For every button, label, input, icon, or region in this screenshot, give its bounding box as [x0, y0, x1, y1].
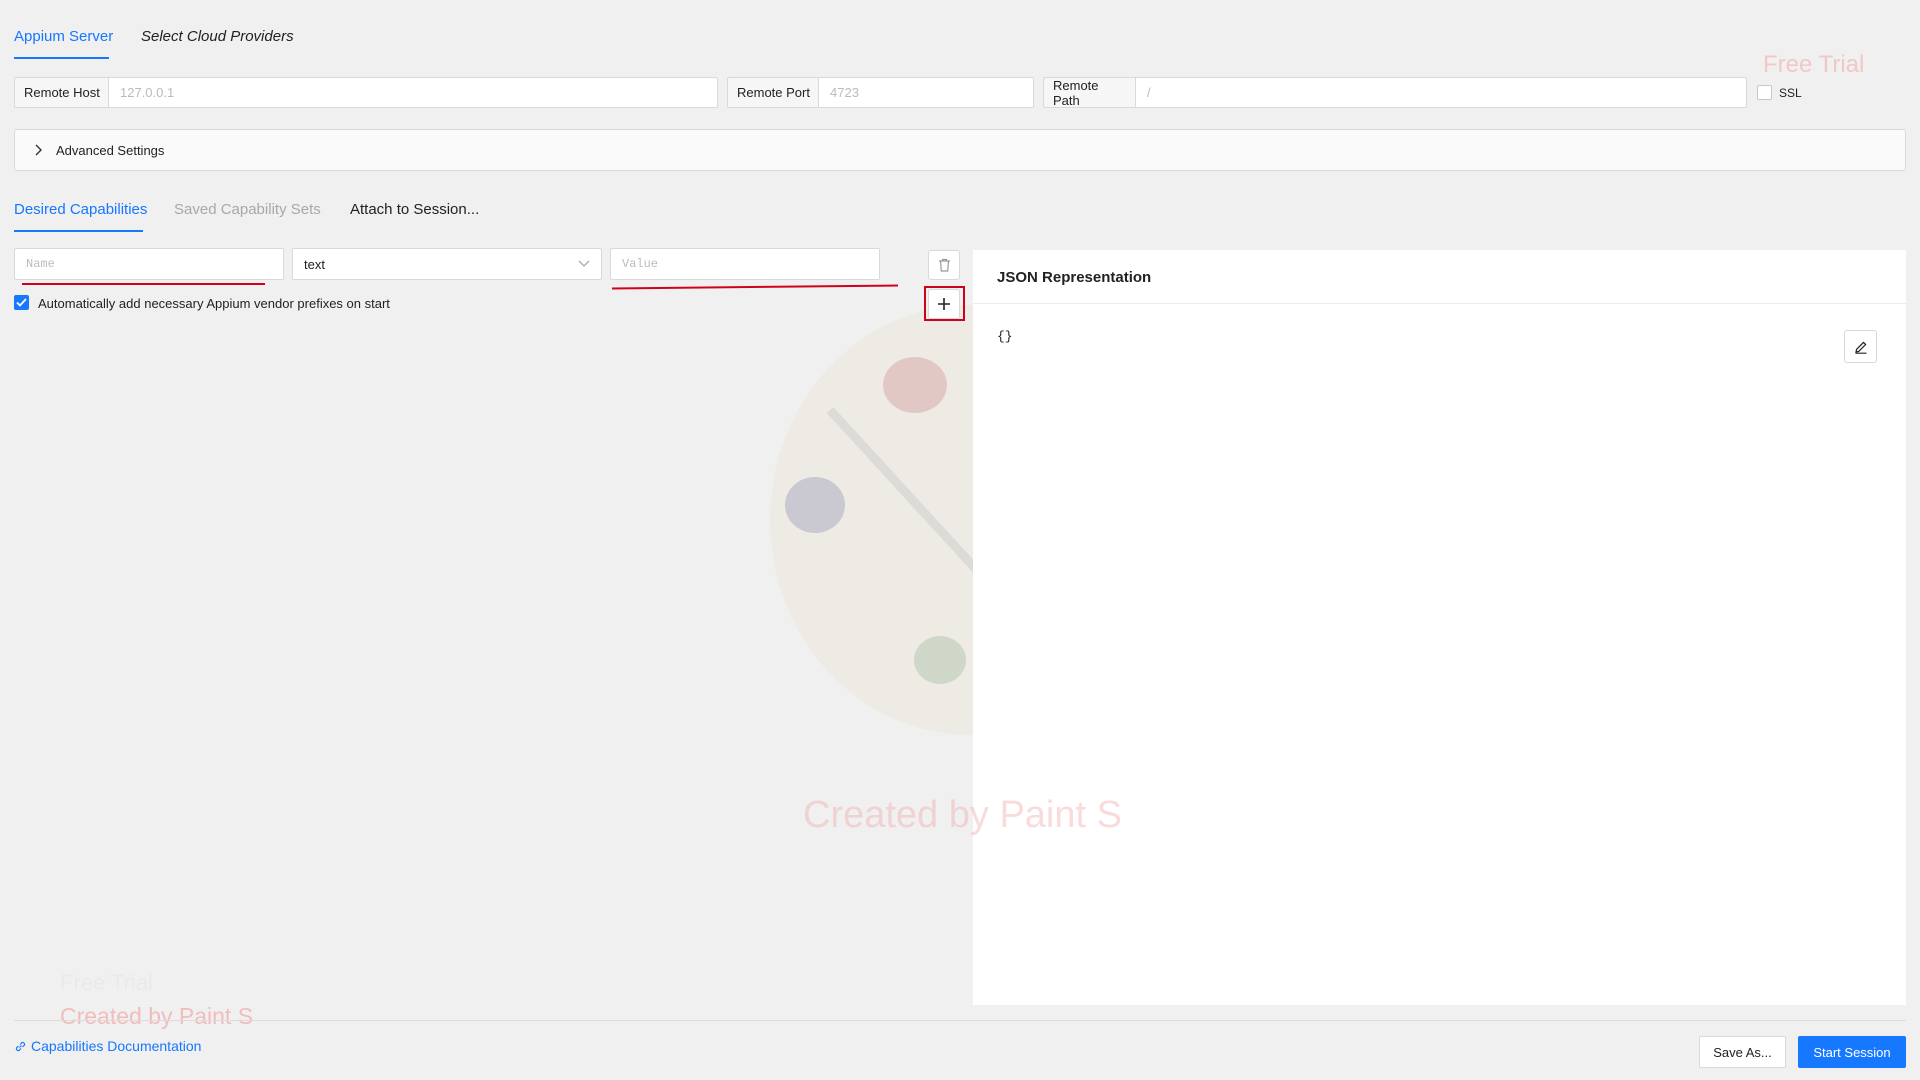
tab-attach-to-session[interactable]: Attach to Session...	[350, 201, 479, 218]
card-divider	[973, 303, 1906, 304]
json-representation-card: JSON Representation {}	[973, 250, 1906, 1005]
trash-icon	[938, 258, 951, 272]
footer-divider	[14, 1020, 1906, 1021]
remote-host-input[interactable]: 127.0.0.1	[108, 77, 718, 108]
remote-host-label: Remote Host	[14, 77, 109, 108]
capability-name-input[interactable]: Name	[14, 248, 284, 280]
ssl-label: SSL	[1779, 86, 1802, 100]
watermark-center: Created by Paint S	[803, 794, 1122, 836]
remote-port-input[interactable]: 4723	[818, 77, 1034, 108]
annotation-underline-value	[611, 284, 899, 290]
chevron-right-icon	[33, 144, 43, 156]
tab-appium-server[interactable]: Appium Server	[14, 28, 113, 45]
advanced-settings-label: Advanced Settings	[56, 142, 165, 158]
capabilities-docs-link[interactable]: Capabilities Documentation	[14, 1038, 201, 1054]
auto-prefix-label: Automatically add necessary Appium vendo…	[38, 296, 390, 311]
remote-port-label: Remote Port	[727, 77, 819, 108]
watermark-free-trial-top: Free Trial	[1763, 51, 1865, 78]
edit-icon	[1854, 340, 1868, 354]
add-capability-button[interactable]	[928, 289, 960, 319]
remote-path-input[interactable]: /	[1135, 77, 1747, 108]
plus-icon	[937, 297, 951, 311]
watermark-created-bottom: Created by Paint S	[60, 1003, 254, 1029]
ssl-checkbox[interactable]	[1757, 85, 1772, 100]
json-representation-title: JSON Representation	[997, 269, 1152, 286]
delete-capability-button[interactable]	[928, 250, 960, 280]
advanced-settings-panel[interactable]: Advanced Settings	[14, 129, 1906, 171]
tab-active-indicator	[14, 57, 109, 59]
edit-json-button[interactable]	[1844, 330, 1877, 363]
annotation-underline-name	[22, 283, 265, 285]
tab-cloud-providers[interactable]: Select Cloud Providers	[141, 28, 294, 45]
cap-tab-active-indicator	[14, 230, 143, 232]
auto-prefix-checkbox[interactable]	[14, 295, 29, 310]
remote-path-label: Remote Path	[1043, 77, 1136, 108]
tab-desired-capabilities[interactable]: Desired Capabilities	[14, 201, 147, 218]
capability-type-select[interactable]: text	[292, 248, 602, 280]
link-icon	[14, 1040, 27, 1053]
chevron-down-icon	[578, 260, 590, 268]
watermark-free-trial-bottom: Free Trial	[60, 970, 153, 995]
capabilities-docs-label: Capabilities Documentation	[31, 1038, 202, 1054]
tab-saved-capability-sets[interactable]: Saved Capability Sets	[174, 201, 321, 218]
save-as-button[interactable]: Save As...	[1699, 1036, 1786, 1068]
start-session-button[interactable]: Start Session	[1798, 1036, 1906, 1068]
capability-value-input[interactable]: Value	[610, 248, 880, 280]
capability-type-value: text	[304, 256, 325, 272]
json-content: {}	[997, 329, 1013, 344]
